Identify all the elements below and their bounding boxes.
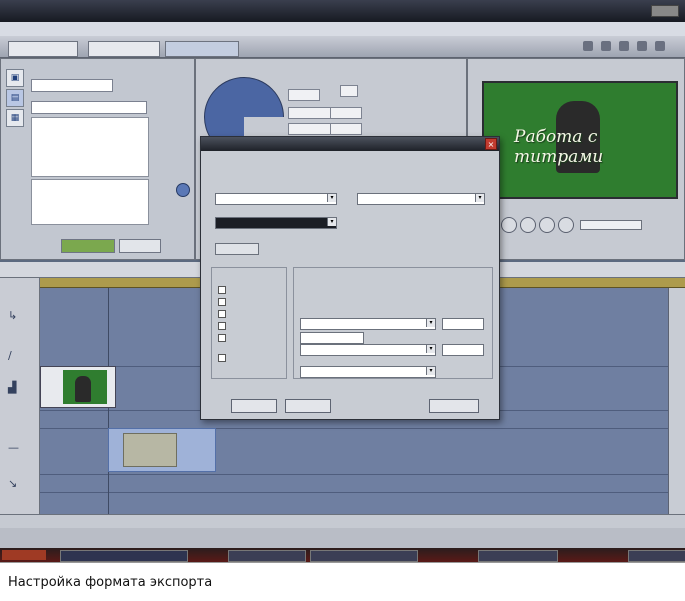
param-field[interactable] bbox=[330, 107, 362, 119]
param-field[interactable] bbox=[288, 89, 320, 101]
os-taskbar bbox=[0, 548, 685, 562]
video-preview: Работа с титрами bbox=[482, 81, 678, 199]
title-clip[interactable] bbox=[108, 428, 216, 472]
taskbar-item[interactable] bbox=[228, 550, 306, 562]
timeline-side-labels bbox=[668, 288, 685, 514]
cancel-button[interactable] bbox=[119, 239, 161, 253]
format-select[interactable]: ▾ bbox=[215, 193, 337, 205]
option-checkbox[interactable] bbox=[218, 322, 226, 330]
width-field[interactable] bbox=[442, 318, 484, 330]
output-group: ▾ ▾ ▾ bbox=[293, 267, 493, 379]
ok-button[interactable] bbox=[231, 399, 277, 413]
param-field[interactable] bbox=[330, 123, 362, 135]
window-controls[interactable] bbox=[651, 5, 679, 17]
title-thumbnail bbox=[123, 433, 177, 467]
size-field[interactable] bbox=[215, 243, 259, 255]
taskbar-item[interactable] bbox=[478, 550, 558, 562]
preset-select[interactable]: ▾ bbox=[215, 217, 337, 229]
scissors-icon[interactable]: — bbox=[8, 442, 24, 454]
toolbar-icons bbox=[575, 41, 675, 53]
toolbar-icon[interactable] bbox=[583, 41, 593, 51]
bitrate-field[interactable] bbox=[300, 332, 364, 344]
option-checkbox[interactable] bbox=[218, 354, 226, 362]
height-field[interactable] bbox=[442, 344, 484, 356]
taskbar-item[interactable] bbox=[310, 550, 418, 562]
grid-icon[interactable]: ▦ bbox=[6, 109, 24, 127]
caption-text: Настройка формата экспорта bbox=[8, 575, 213, 590]
timeline-tools: ↳ ∕ ▟ — ↘ bbox=[0, 278, 40, 514]
chevron-down-icon[interactable]: ▾ bbox=[426, 367, 435, 375]
notes-box bbox=[31, 179, 149, 225]
chevron-down-icon[interactable]: ▾ bbox=[426, 319, 435, 327]
forward-icon[interactable] bbox=[558, 217, 574, 233]
track-divider bbox=[40, 492, 668, 493]
app-title-bar bbox=[0, 0, 685, 22]
close-icon[interactable]: × bbox=[485, 138, 497, 150]
apply-button[interactable] bbox=[61, 239, 115, 253]
param-field[interactable] bbox=[288, 107, 332, 119]
help-button[interactable] bbox=[429, 399, 479, 413]
category-select[interactable] bbox=[31, 101, 147, 114]
toolbar-icon[interactable] bbox=[637, 41, 647, 51]
tab-3[interactable] bbox=[165, 41, 239, 57]
param-field[interactable] bbox=[288, 123, 332, 135]
param-toggle[interactable] bbox=[340, 85, 358, 97]
quality-select[interactable]: ▾ bbox=[300, 318, 436, 330]
option-checkbox[interactable] bbox=[218, 310, 226, 318]
trim-icon[interactable]: ↘ bbox=[8, 478, 24, 490]
jog-slider[interactable] bbox=[579, 220, 642, 230]
playback-controls bbox=[482, 217, 678, 245]
description-box bbox=[31, 117, 149, 177]
system-tray bbox=[628, 550, 685, 562]
options-group bbox=[211, 267, 287, 379]
chevron-down-icon[interactable]: ▾ bbox=[426, 345, 435, 353]
toolbar-icon[interactable] bbox=[601, 41, 611, 51]
audio-select[interactable]: ▾ bbox=[300, 344, 436, 356]
start-button[interactable] bbox=[2, 550, 46, 560]
toolbar-icon[interactable] bbox=[655, 41, 665, 51]
photographed-screen: ▣ ▤ ▦ Работа с титрами ↳ ∕ ▟ — ↘ × ▾ ▾ ▾… bbox=[0, 0, 685, 562]
option-checkbox[interactable] bbox=[218, 286, 226, 294]
film-icon[interactable]: ▣ bbox=[6, 69, 24, 87]
option-checkbox[interactable] bbox=[218, 334, 226, 342]
tab-bar bbox=[0, 36, 685, 58]
clip-person bbox=[75, 376, 91, 402]
clip-thumbnail bbox=[63, 370, 107, 404]
chevron-down-icon[interactable]: ▾ bbox=[475, 194, 484, 202]
preview-title-overlay: Работа с титрами bbox=[514, 127, 674, 167]
channels-select[interactable]: ▾ bbox=[300, 366, 436, 378]
chevron-down-icon[interactable]: ▾ bbox=[327, 218, 336, 226]
dialog-title-bar[interactable]: × bbox=[201, 137, 499, 151]
title-icon[interactable]: ▤ bbox=[6, 89, 24, 107]
refresh-icon[interactable] bbox=[176, 183, 190, 197]
arrow-icon[interactable]: ↳ bbox=[8, 310, 24, 322]
step-forward-icon[interactable] bbox=[539, 217, 555, 233]
step-back-icon[interactable] bbox=[501, 217, 517, 233]
overlay-line-1: Работа с bbox=[514, 127, 598, 147]
tab-1[interactable] bbox=[8, 41, 78, 57]
option-checkbox[interactable] bbox=[218, 298, 226, 306]
taskbar-icons[interactable] bbox=[60, 550, 188, 562]
pen-icon[interactable]: ∕ bbox=[8, 350, 24, 362]
codec-select[interactable]: ▾ bbox=[357, 193, 485, 205]
export-settings-dialog: × ▾ ▾ ▾ ▾ ▾ ▾ bbox=[200, 136, 500, 420]
toolbar-icon[interactable] bbox=[619, 41, 629, 51]
dialog-tabs[interactable] bbox=[207, 154, 493, 164]
play-icon[interactable] bbox=[520, 217, 536, 233]
figure-caption: Настройка формата экспорта bbox=[0, 562, 685, 601]
chevron-down-icon[interactable]: ▾ bbox=[327, 194, 336, 202]
menu-bar[interactable] bbox=[0, 22, 685, 36]
video-clip[interactable] bbox=[40, 366, 116, 408]
cancel-button[interactable] bbox=[285, 399, 331, 413]
name-field[interactable] bbox=[31, 79, 113, 92]
timeline-scrollbar[interactable] bbox=[0, 514, 685, 528]
tab-2[interactable] bbox=[88, 41, 160, 57]
track-divider bbox=[40, 474, 668, 475]
overlay-line-2: титрами bbox=[514, 147, 604, 167]
audio-icon[interactable]: ▟ bbox=[8, 382, 24, 394]
library-panel: ▣ ▤ ▦ bbox=[0, 58, 195, 260]
